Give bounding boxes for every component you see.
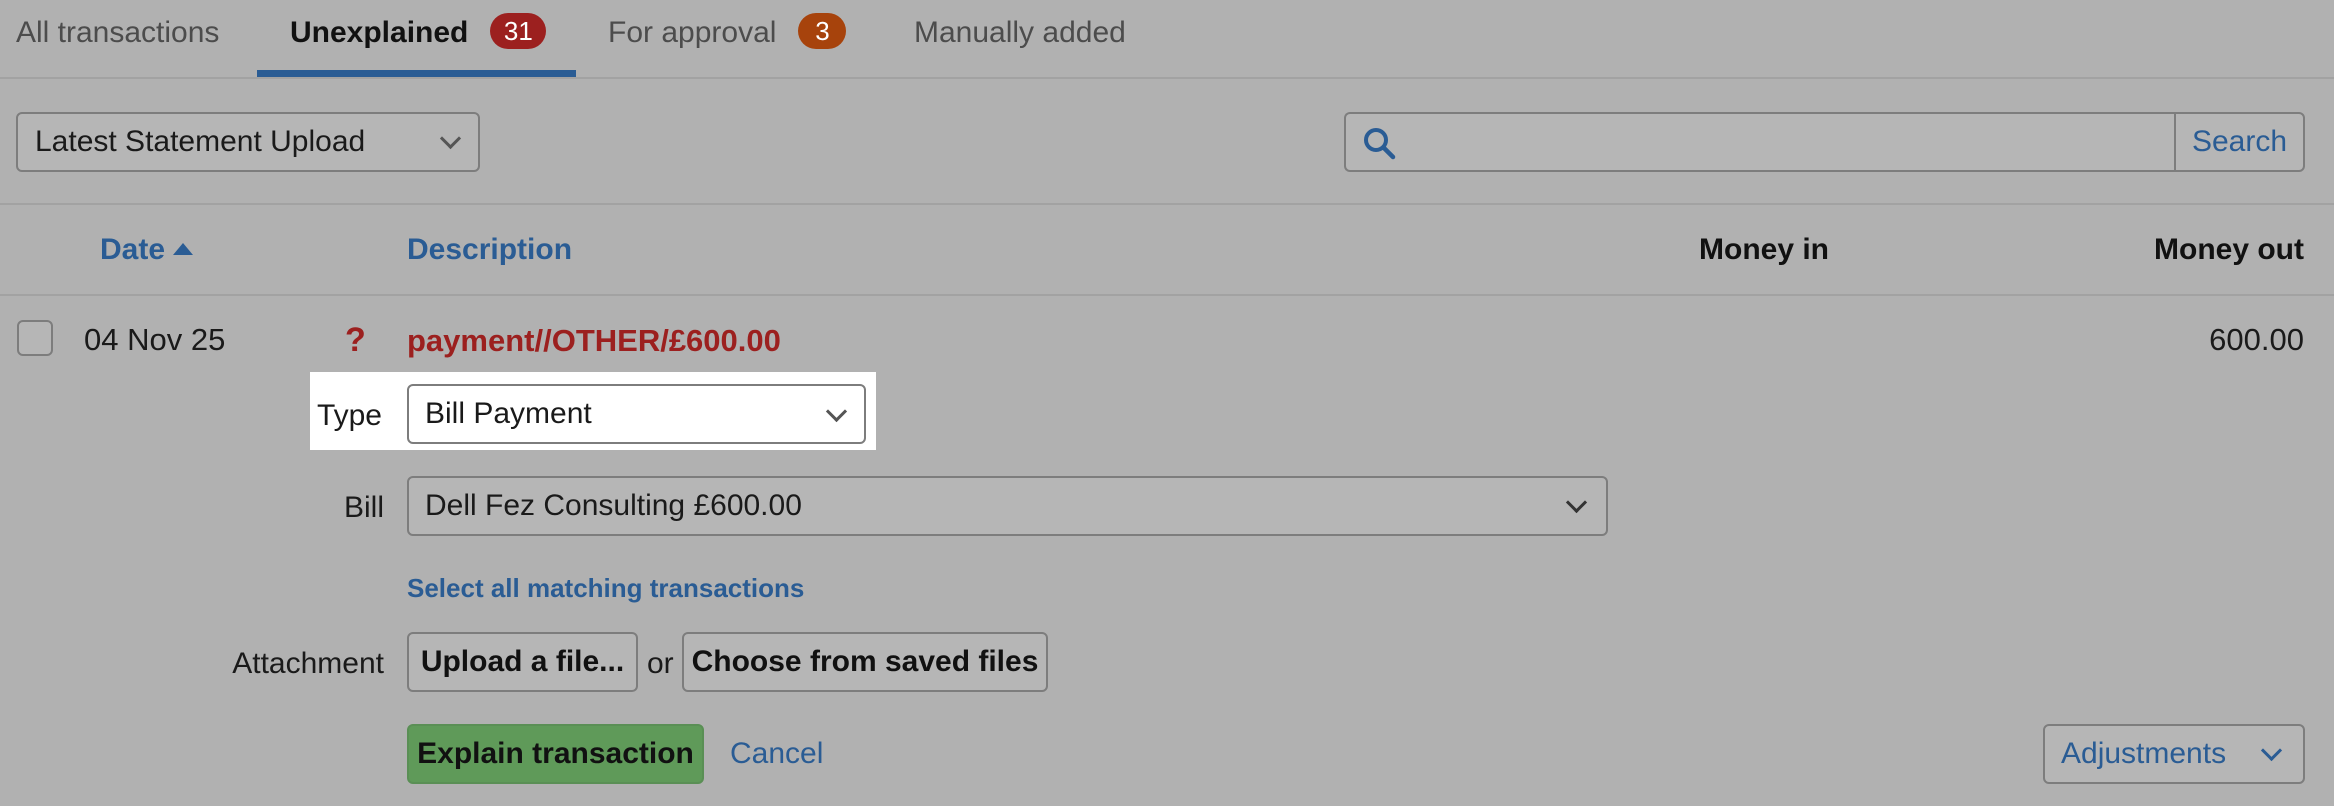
attachment-label: Attachment xyxy=(232,647,384,680)
bill-select-value: Dell Fez Consulting £600.00 xyxy=(425,489,802,522)
or-text: or xyxy=(647,647,674,680)
money-in-column-header: Money in xyxy=(1699,233,1830,266)
transaction-date: 04 Nov 25 xyxy=(84,322,226,357)
description-column-header[interactable]: Description xyxy=(407,228,572,272)
search-field xyxy=(1344,112,2175,172)
transaction-money-out: 600.00 xyxy=(2209,322,2304,357)
explain-transaction-button[interactable]: Explain transaction xyxy=(407,724,704,784)
choose-saved-files-button[interactable]: Choose from saved files xyxy=(682,632,1048,692)
money-out-column-header: Money out xyxy=(2154,233,2304,266)
chevron-down-icon xyxy=(2260,739,2283,762)
upload-file-button[interactable]: Upload a file... xyxy=(407,632,638,692)
bill-select[interactable]: Dell Fez Consulting £600.00 xyxy=(407,476,1608,536)
chevron-down-icon xyxy=(1565,491,1588,514)
unexplained-status-icon: ? xyxy=(345,321,366,359)
header-divider xyxy=(0,294,2334,296)
statement-filter-select[interactable]: Latest Statement Upload xyxy=(16,112,480,172)
filter-divider xyxy=(0,203,2334,205)
row-select-checkbox[interactable] xyxy=(17,320,53,356)
tab-for-approval[interactable]: For approval 3 xyxy=(608,0,847,78)
search-input[interactable] xyxy=(1406,114,2170,172)
date-column-label: Date xyxy=(100,233,166,266)
tab-for-approval-label: For approval xyxy=(608,16,777,49)
bill-label: Bill xyxy=(343,491,384,524)
tab-manually-added[interactable]: Manually added xyxy=(914,0,1126,78)
for-approval-count-badge: 3 xyxy=(798,13,847,50)
chevron-down-icon xyxy=(825,400,848,423)
unexplained-count-badge: 31 xyxy=(490,13,547,50)
active-tab-indicator xyxy=(257,70,576,77)
tab-all-transactions[interactable]: All transactions xyxy=(16,0,219,78)
tab-manually-added-label: Manually added xyxy=(914,16,1126,49)
chevron-down-icon xyxy=(439,127,462,150)
adjustments-button[interactable]: Adjustments xyxy=(2043,724,2305,784)
tab-unexplained[interactable]: Unexplained 31 xyxy=(290,0,547,78)
transaction-description[interactable]: payment//OTHER/£600.00 xyxy=(407,319,781,363)
date-column-header[interactable]: Date xyxy=(100,228,194,272)
type-select-value: Bill Payment xyxy=(425,397,592,430)
tab-unexplained-label: Unexplained xyxy=(290,16,469,49)
select-all-matching-link[interactable]: Select all matching transactions xyxy=(407,568,804,608)
cancel-link[interactable]: Cancel xyxy=(730,734,823,774)
sort-ascending-icon xyxy=(173,243,194,255)
search-button[interactable]: Search xyxy=(2174,112,2305,172)
type-select[interactable]: Bill Payment xyxy=(407,384,866,444)
search-icon xyxy=(1364,128,1396,160)
type-label: Type xyxy=(316,399,382,432)
adjustments-label: Adjustments xyxy=(2061,737,2227,770)
statement-filter-value: Latest Statement Upload xyxy=(35,125,366,158)
tab-all-transactions-label: All transactions xyxy=(16,16,220,49)
